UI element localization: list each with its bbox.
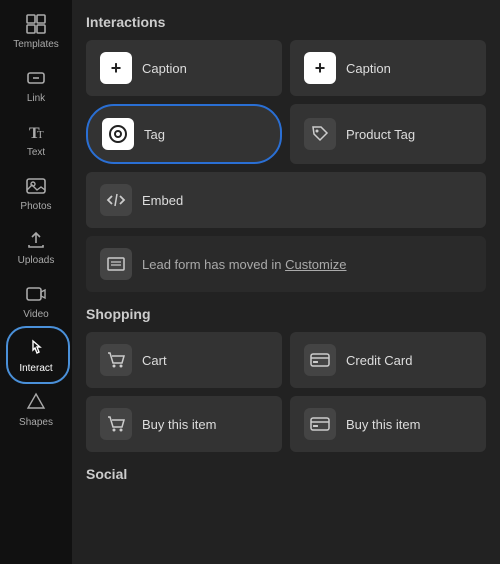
- sidebar-item-video-label: Video: [23, 309, 48, 320]
- buy-item1-tile[interactable]: Buy this item: [86, 396, 282, 452]
- lead-form-tile: Lead form has moved in Customize: [86, 236, 486, 292]
- product-tag-label: Product Tag: [346, 127, 415, 142]
- embed-icon: [100, 184, 132, 216]
- embed-label: Embed: [142, 193, 183, 208]
- shopping-section: Shopping Cart: [86, 306, 486, 452]
- tag-icon: [102, 118, 134, 150]
- caption2-icon: +: [304, 52, 336, 84]
- sidebar: Templates Link T T Text Photos: [0, 0, 72, 564]
- lead-form-text: Lead form has moved in Customize: [142, 257, 347, 272]
- interact-icon: [24, 336, 48, 360]
- video-icon: [24, 282, 48, 306]
- credit-card-label: Credit Card: [346, 353, 412, 368]
- social-title: Social: [86, 466, 486, 482]
- sidebar-item-link-label: Link: [27, 93, 45, 104]
- social-section: Social: [86, 466, 486, 482]
- product-tag-tile[interactable]: Product Tag: [290, 104, 486, 164]
- sidebar-item-uploads-label: Uploads: [18, 255, 55, 266]
- cart-tile[interactable]: Cart: [86, 332, 282, 388]
- caption1-tile[interactable]: + Caption: [86, 40, 282, 96]
- lead-form-icon: [100, 248, 132, 280]
- sidebar-item-photos-label: Photos: [20, 201, 51, 212]
- tag-label: Tag: [144, 127, 165, 142]
- shopping-row-1: Cart Credit Card: [86, 332, 486, 388]
- shopping-title: Shopping: [86, 306, 486, 322]
- buy-item2-tile[interactable]: Buy this item: [290, 396, 486, 452]
- buy-item2-label: Buy this item: [346, 417, 420, 432]
- caption2-tile[interactable]: + Caption: [290, 40, 486, 96]
- sidebar-item-templates[interactable]: Templates: [0, 4, 72, 58]
- sidebar-item-shapes[interactable]: Shapes: [0, 382, 72, 436]
- interactions-row-3: Embed: [86, 172, 486, 228]
- sidebar-item-uploads[interactable]: Uploads: [0, 220, 72, 274]
- product-tag-icon: [304, 118, 336, 150]
- buy-item1-label: Buy this item: [142, 417, 216, 432]
- caption1-icon: +: [100, 52, 132, 84]
- embed-tile[interactable]: Embed: [86, 172, 486, 228]
- credit-card-icon: [304, 344, 336, 376]
- interactions-row-1: + Caption + Caption: [86, 40, 486, 96]
- sidebar-item-text[interactable]: T T Text: [0, 112, 72, 166]
- shopping-row-2: Buy this item Buy this item: [86, 396, 486, 452]
- buy-item2-icon: [304, 408, 336, 440]
- sidebar-item-interact[interactable]: Interact: [0, 328, 72, 382]
- sidebar-item-photos[interactable]: Photos: [0, 166, 72, 220]
- sidebar-item-link[interactable]: Link: [0, 58, 72, 112]
- photos-icon: [24, 174, 48, 198]
- sidebar-item-shapes-label: Shapes: [19, 417, 53, 428]
- credit-card-tile[interactable]: Credit Card: [290, 332, 486, 388]
- templates-icon: [24, 12, 48, 36]
- customize-link[interactable]: Customize: [285, 257, 346, 272]
- main-content: Interactions + Caption + Caption Tag: [72, 0, 500, 564]
- uploads-icon: [24, 228, 48, 252]
- sidebar-item-templates-label: Templates: [13, 39, 59, 50]
- sidebar-item-interact-label: Interact: [19, 363, 52, 374]
- sidebar-item-text-label: Text: [27, 147, 45, 158]
- interactions-title: Interactions: [86, 14, 486, 30]
- tag-tile[interactable]: Tag: [86, 104, 282, 164]
- cart-label: Cart: [142, 353, 167, 368]
- text-icon: T T: [24, 120, 48, 144]
- interactions-row-2: Tag Product Tag: [86, 104, 486, 164]
- link-icon: [24, 66, 48, 90]
- sidebar-item-video[interactable]: Video: [0, 274, 72, 328]
- cart-icon: [100, 344, 132, 376]
- buy-item1-icon: [100, 408, 132, 440]
- svg-text:T: T: [37, 129, 44, 141]
- caption2-label: Caption: [346, 61, 391, 76]
- caption1-label: Caption: [142, 61, 187, 76]
- shapes-icon: [24, 390, 48, 414]
